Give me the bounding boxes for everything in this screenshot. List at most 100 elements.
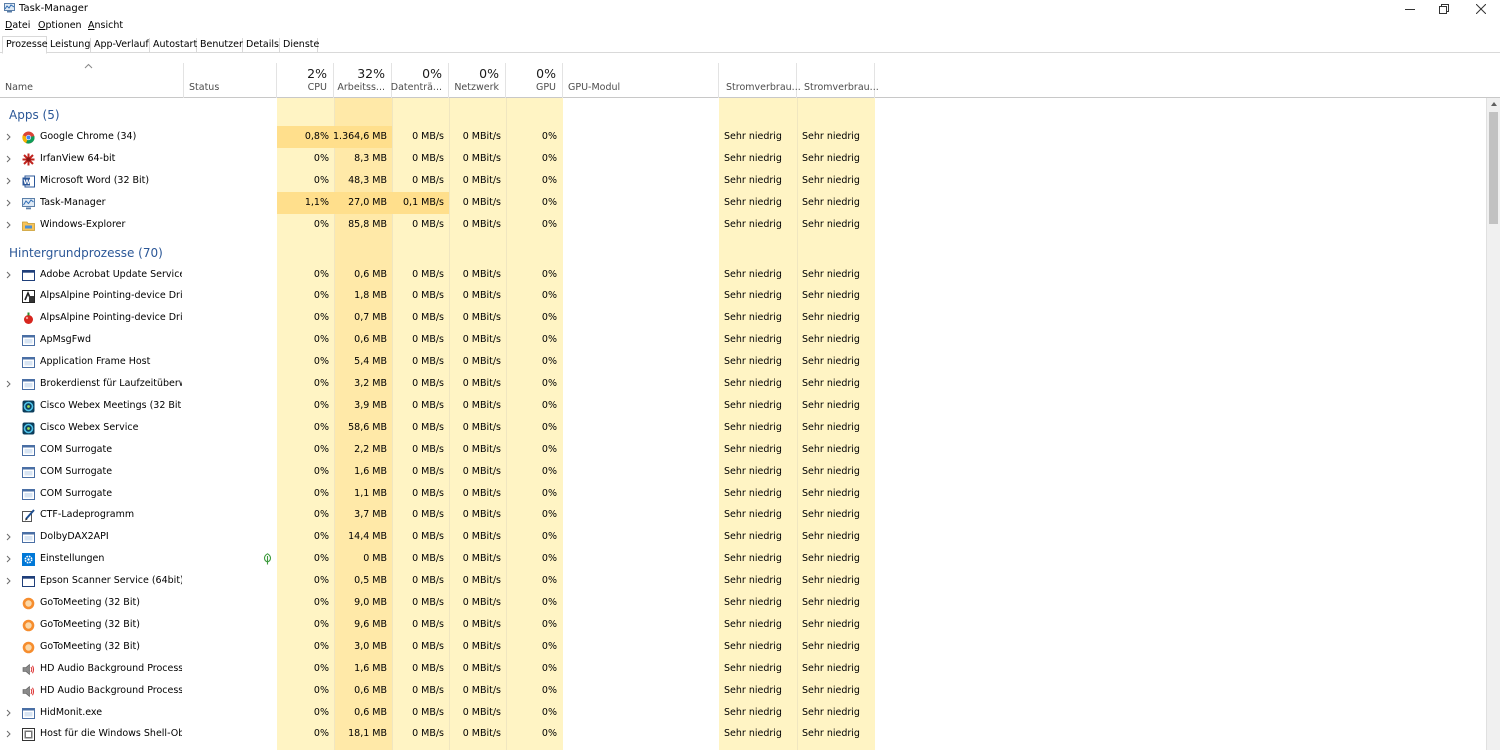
process-row[interactable]: COM Surrogate 0% 1,6 MB 0 MB/s 0 MBit/s 0% Seh… (0, 461, 1484, 483)
process-row[interactable]: Host für die Windows Shell-Obe... 0% 18,1 … (0, 723, 1484, 745)
disk-value: 0 MB/s (412, 131, 444, 142)
cpu-value: 0% (313, 618, 329, 630)
disk-value: 0 MB/s (412, 597, 444, 608)
disk-value: 0 MB/s (412, 487, 444, 499)
chevron-right-icon[interactable] (6, 555, 11, 566)
header-name[interactable]: Name (0, 63, 184, 98)
disk-value: 0 MB/s (412, 421, 444, 433)
process-row[interactable]: Cisco Webex Service 0% 58,6 MB 0 MB/s 0 MBit… (0, 417, 1484, 439)
tab-dienste[interactable]: Dienste (280, 38, 319, 53)
process-row[interactable]: Google Chrome (34) 0,8% 1.364,6 MB 0 MB/s 0 … (0, 126, 1484, 148)
irfanview-icon (22, 153, 35, 166)
header-power-usage[interactable]: Stromverbrau... (719, 63, 801, 98)
column-header: Name Status 2% CPU 32% Arbeitss... 0% Daten… (0, 63, 1500, 98)
power-usage-value: Sehr niedrig (724, 131, 782, 142)
chevron-right-icon[interactable] (6, 133, 11, 144)
minimize-button[interactable] (1393, 0, 1427, 17)
header-cpu[interactable]: 2% CPU (277, 63, 334, 98)
task-manager-icon (22, 197, 35, 210)
power-trend-value: Sehr niedrig (802, 196, 860, 208)
menu-ansicht[interactable]: Ansicht (88, 20, 123, 31)
header-status[interactable]: Status (184, 63, 277, 98)
power-usage-value: Sehr niedrig (724, 378, 782, 389)
process-row[interactable]: IrfanView 64-bit 0% 8,3 MB 0 MB/s 0 MBit/s 0%… (0, 148, 1484, 170)
menu-datei[interactable]: Datei (5, 20, 30, 31)
menu-optionen[interactable]: Optionen (38, 20, 82, 31)
gpu-value: 0% (541, 706, 557, 718)
memory-value: 0,5 MB (354, 575, 387, 587)
chevron-right-icon[interactable] (6, 533, 11, 544)
process-row[interactable]: HD Audio Background Process 0% 1,6 MB 0 MB/… (0, 658, 1484, 680)
disk-value: 0 MB/s (412, 290, 444, 302)
process-row[interactable]: GoToMeeting (32 Bit) 0% 9,0 MB 0 MB/s 0 MBit… (0, 592, 1484, 614)
power-usage-value: Sehr niedrig (724, 174, 782, 186)
tab-app-verlauf[interactable]: App-Verlauf (91, 38, 150, 53)
process-row[interactable]: AlpsAlpine Pointing-device Driv... 0% 0,7 … (0, 307, 1484, 329)
chevron-right-icon[interactable] (6, 199, 11, 210)
process-row[interactable]: W Microsoft Word (32 Bit) 0% 48,3 MB 0 MB/s 0… (0, 170, 1484, 192)
vertical-scrollbar[interactable] (1486, 98, 1500, 750)
process-row[interactable]: DolbyDAX2API 0% 14,4 MB 0 MB/s 0 MBit/s 0% Seh… (0, 526, 1484, 548)
process-row[interactable]: Task-Manager 1,1% 27,0 MB 0,1 MB/s 0 MBit/s 0… (0, 191, 1484, 214)
process-row[interactable]: Adobe Acrobat Update Service (... 0% 0,6 M… (0, 264, 1484, 286)
power-usage-value: Sehr niedrig (724, 421, 782, 433)
process-row[interactable]: HD Audio Background Process 0% 0,6 MB 0 MB/… (0, 680, 1484, 702)
network-value: 0 MBit/s (462, 268, 501, 280)
power-trend-value: Sehr niedrig (802, 378, 860, 389)
app-window-icon (22, 488, 35, 501)
scrollbar-thumb[interactable] (1489, 112, 1498, 224)
header-gpu[interactable]: 0% GPU (506, 63, 563, 98)
process-row[interactable]: GoToMeeting (32 Bit) 0% 9,6 MB 0 MB/s 0 MBit… (0, 614, 1484, 636)
chevron-right-icon[interactable] (6, 271, 11, 282)
process-row[interactable]: GoToMeeting (32 Bit) 0% 3,0 MB 0 MB/s 0 MBit… (0, 636, 1484, 658)
network-value: 0 MBit/s (462, 196, 501, 208)
disk-value: 0 MB/s (412, 706, 444, 718)
process-row[interactable]: Brokerdienst für Laufzeitüberwa... 0% 3,2 … (0, 373, 1484, 395)
chevron-right-icon[interactable] (6, 730, 11, 741)
chevron-right-icon[interactable] (6, 380, 11, 391)
memory-value: 9,6 MB (354, 618, 387, 630)
group-title: Hintergrundprozesse (70) (9, 245, 163, 260)
tab-autostart[interactable]: Autostart (150, 38, 197, 53)
settings-gear-icon (22, 553, 35, 567)
process-row[interactable]: Cisco Webex Meetings (32 Bit) 0% 3,9 MB 0 M… (0, 395, 1484, 417)
process-row[interactable]: ApMsgFwd 0% 0,6 MB 0 MB/s 0 MBit/s 0% Sehr nie… (0, 329, 1484, 351)
tab-leistung[interactable]: Leistung (47, 38, 91, 53)
header-power-trend[interactable]: Stromverbrau... (797, 63, 879, 98)
memory-value: 1.364,6 MB (333, 131, 387, 142)
gotomeeting-icon (22, 619, 35, 632)
memory-value: 14,4 MB (348, 531, 387, 543)
scroll-up-icon[interactable] (1490, 101, 1498, 107)
chevron-right-icon[interactable] (6, 577, 11, 588)
network-value: 0 MBit/s (462, 509, 501, 521)
header-network[interactable]: 0% Netzwerk (449, 63, 506, 98)
process-row[interactable]: HidMonit.exe 0% 0,6 MB 0 MB/s 0 MBit/s 0% Sehr… (0, 702, 1484, 724)
network-value: 0 MBit/s (462, 728, 501, 740)
chevron-right-icon[interactable] (6, 177, 11, 188)
chevron-right-icon[interactable] (6, 155, 11, 166)
chevron-right-icon[interactable] (6, 709, 11, 720)
service-window-icon (22, 269, 35, 282)
chevron-right-icon[interactable] (6, 221, 11, 232)
process-row[interactable]: Epson Scanner Service (64bit) 0% 0,5 MB 0 M… (0, 570, 1484, 592)
process-row[interactable]: COM Surrogate 0% 1,1 MB 0 MB/s 0 MBit/s 0% Seh… (0, 483, 1484, 505)
header-disk[interactable]: 0% Datenträ... (391, 63, 449, 98)
process-row[interactable]: Application Frame Host 0% 5,4 MB 0 MB/s 0 MB… (0, 351, 1484, 373)
header-memory[interactable]: 32% Arbeitss... (334, 63, 392, 98)
tab-details[interactable]: Details (243, 38, 280, 53)
group-background-processes[interactable]: Hintergrundprozesse (70) (0, 240, 1484, 262)
restore-button[interactable] (1427, 0, 1461, 17)
power-trend-value: Sehr niedrig (802, 640, 860, 652)
process-row[interactable]: Windows-Explorer 0% 85,8 MB 0 MB/s 0 MBit/s 0… (0, 214, 1484, 236)
tab-prozesse[interactable]: Prozesse (2, 36, 48, 54)
close-button[interactable] (1464, 0, 1498, 17)
header-gpu-engine[interactable]: GPU-Modul (563, 63, 719, 98)
group-apps[interactable]: Apps (5) (0, 102, 1484, 124)
process-name: Windows-Explorer (40, 218, 126, 230)
memory-value: 5,4 MB (354, 356, 387, 368)
process-row[interactable]: Einstellungen 0% 0 MB 0 MB/s 0 MBit/s 0% Sehr … (0, 548, 1484, 570)
process-row[interactable]: COM Surrogate 0% 2,2 MB 0 MB/s 0 MBit/s 0% Seh… (0, 439, 1484, 461)
tab-benutzer[interactable]: Benutzer (197, 38, 243, 53)
process-row[interactable]: AlpsAlpine Pointing-device Driver 0% 1,8 M… (0, 285, 1484, 307)
process-row[interactable]: CTF-Ladeprogramm 0% 3,7 MB 0 MB/s 0 MBit/s 0%… (0, 504, 1484, 526)
